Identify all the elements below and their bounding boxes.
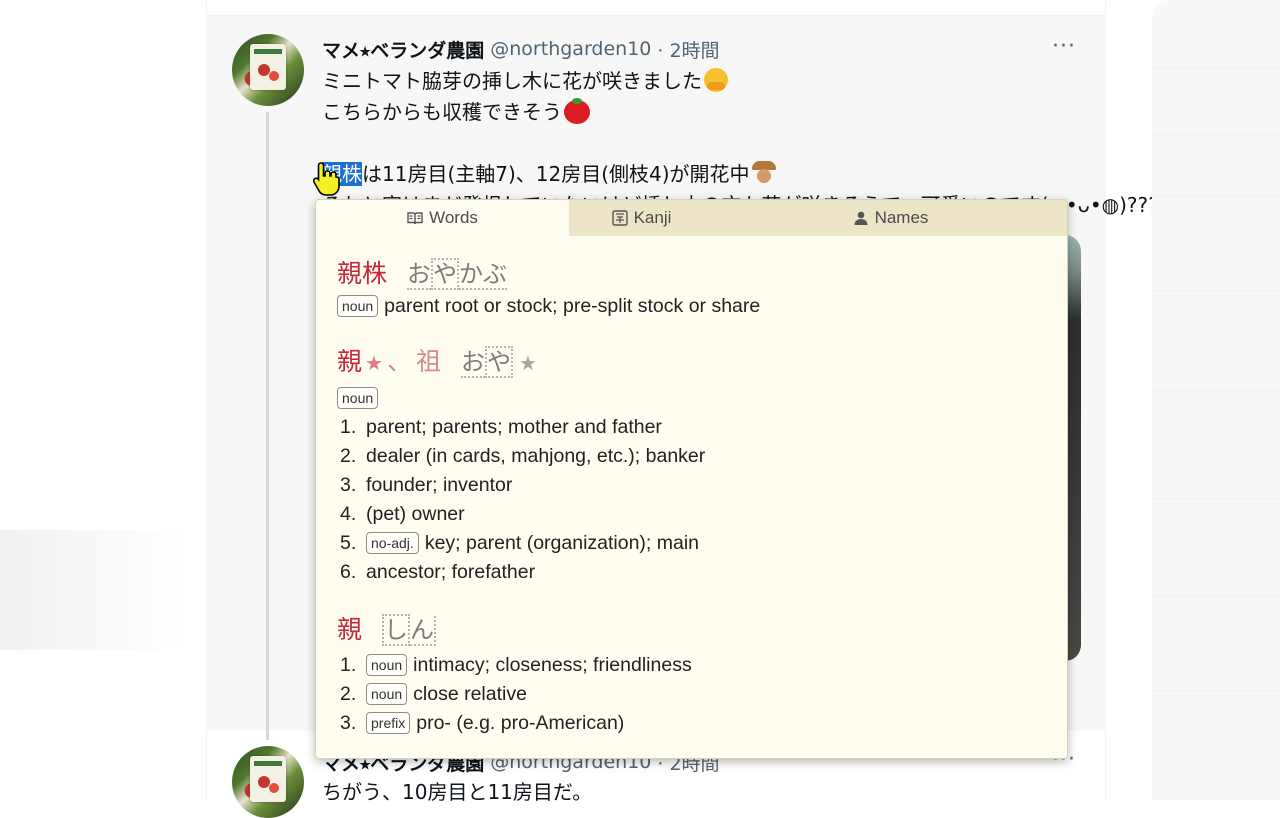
tab-words[interactable]: Words bbox=[316, 200, 569, 236]
sense-item: 3. founder; inventor bbox=[337, 471, 705, 500]
entry-reading[interactable]: しん bbox=[382, 610, 437, 646]
tweet-line: こちらからも収穫できそう bbox=[322, 100, 562, 124]
more-options-icon[interactable]: ··· bbox=[1049, 36, 1079, 62]
sense-item: 2. noun close relative bbox=[337, 680, 692, 709]
book-icon bbox=[407, 212, 423, 225]
entry-kanji-alt[interactable]: 祖 bbox=[416, 342, 441, 378]
sense-item: 6. ancestor; forefather bbox=[337, 558, 705, 587]
entry-kanji[interactable]: 親 bbox=[337, 610, 362, 646]
person-icon bbox=[854, 211, 868, 225]
sense-item: 1. noun intimacy; closeness; friendliness bbox=[337, 651, 692, 680]
tab-label: Names bbox=[874, 208, 929, 227]
definition-text: (pet) owner bbox=[366, 503, 465, 525]
tweet-text: ミニトマト脇芽の挿し木に花が咲きました こちらからも収穫できそう 親株は11房目… bbox=[322, 66, 1159, 221]
sense-number: 1. bbox=[340, 416, 357, 438]
definition-text: intimacy; closeness; friendliness bbox=[413, 654, 692, 676]
sense-number: 3. bbox=[340, 712, 357, 734]
definition-text: key; parent (organization); main bbox=[424, 532, 700, 554]
definition-text: founder; inventor bbox=[366, 474, 513, 496]
definition-text: parent; parents; mother and father bbox=[366, 416, 662, 438]
sense-item: 2. dealer (in cards, mahjong, etc.); bank… bbox=[337, 442, 705, 471]
divider bbox=[1152, 690, 1280, 691]
hand-cursor-icon bbox=[312, 162, 340, 196]
sense-item: 1. parent; parents; mother and father bbox=[337, 413, 705, 442]
tweet-line: は11房目(主軸7)、12房目(側枝4)が開花中 bbox=[362, 162, 750, 186]
tweet-line: ちがう、10房目と11房目だ。 bbox=[322, 780, 593, 804]
reading-mora: ん bbox=[410, 616, 437, 646]
background-fade bbox=[0, 530, 190, 650]
tab-names[interactable]: Names bbox=[714, 200, 1067, 236]
sense-number: 3. bbox=[340, 474, 357, 496]
entry-definitions: noun bbox=[337, 384, 384, 413]
tab-label: Words bbox=[429, 208, 478, 227]
farmer-icon bbox=[751, 161, 776, 185]
sense-number: 4. bbox=[340, 503, 357, 525]
tweet-text: ちがう、10房目と11房目だ。 bbox=[322, 777, 592, 808]
divider bbox=[1152, 498, 1280, 499]
display-name[interactable]: マメ⭑ベランダ農園 bbox=[322, 36, 484, 63]
sense-item: 5. no-adj. key; parent (organization); mai… bbox=[337, 529, 705, 558]
entry-definitions: noun parent root or stock; pre-split stoc… bbox=[337, 292, 760, 321]
pos-tag: noun bbox=[337, 295, 379, 317]
user-handle[interactable]: @northgarden10 bbox=[490, 38, 651, 60]
avatar[interactable] bbox=[232, 746, 304, 818]
definition-text: parent root or stock; pre-split stock or… bbox=[384, 295, 761, 317]
kanji-icon bbox=[611, 210, 628, 226]
entry-reading[interactable]: おやかぶ bbox=[407, 254, 508, 290]
divider bbox=[1152, 68, 1280, 69]
sense-item: 4. (pet) owner bbox=[337, 500, 705, 529]
entry-kanji[interactable]: 親株 bbox=[337, 254, 387, 290]
hugging-face-icon bbox=[704, 68, 728, 92]
kanji-separator: 、 bbox=[386, 347, 412, 376]
tweet-header: マメ⭑ベランダ農園 @northgarden10 · 2時間 bbox=[322, 33, 720, 65]
divider bbox=[1152, 596, 1280, 597]
pos-tag: noun bbox=[337, 387, 379, 409]
sense-item: 3. prefix pro- (e.g. pro-American) bbox=[337, 709, 692, 738]
reading-mora: お bbox=[407, 260, 432, 290]
entry-heading: 親 しん bbox=[337, 610, 437, 646]
definition-text: ancestor; forefather bbox=[366, 561, 536, 583]
star-icon: ★ bbox=[518, 353, 537, 375]
reading-mora: お bbox=[460, 348, 485, 378]
entry-heading: 親株 おやかぶ bbox=[337, 254, 508, 290]
sense-number: 6. bbox=[340, 561, 357, 583]
dictionary-popup: Words Kanji Names 親株 おやかぶ noun parent roo… bbox=[315, 199, 1068, 759]
pos-tag: noun bbox=[366, 683, 408, 705]
divider bbox=[1152, 290, 1280, 291]
thread-line bbox=[266, 112, 269, 740]
divider bbox=[1152, 196, 1280, 197]
avatar[interactable] bbox=[232, 34, 304, 106]
divider bbox=[1152, 390, 1280, 391]
pos-tag: prefix bbox=[366, 712, 411, 734]
sense-number: 1. bbox=[340, 654, 357, 676]
popup-tab-bar: Words Kanji Names bbox=[316, 200, 1067, 236]
pos-tag: noun bbox=[366, 654, 408, 676]
definition-text: pro- (e.g. pro-American) bbox=[416, 712, 625, 734]
reading-mora: かぶ bbox=[459, 260, 508, 290]
tweet-line: ミニトマト脇芽の挿し木に花が咲きました bbox=[322, 69, 702, 93]
right-sidebar bbox=[1152, 0, 1280, 800]
sense-number: 5. bbox=[340, 532, 357, 554]
sense-number: 2. bbox=[340, 683, 357, 705]
tweet-time[interactable]: · 2時間 bbox=[657, 36, 719, 63]
sense-list: 1. parent; parents; mother and father 2. d… bbox=[337, 413, 705, 587]
sense-list: 1. noun intimacy; closeness; friendliness … bbox=[337, 651, 692, 738]
tab-kanji[interactable]: Kanji bbox=[569, 200, 714, 236]
star-icon: ★ bbox=[365, 353, 383, 375]
entry-heading: 親 ★ 、 祖 おや ★ bbox=[337, 342, 537, 378]
reading-mora: や bbox=[484, 346, 513, 378]
tab-label: Kanji bbox=[633, 208, 672, 227]
definition-text: close relative bbox=[413, 683, 527, 705]
entry-kanji[interactable]: 親 bbox=[337, 342, 362, 378]
tomato-icon bbox=[564, 98, 590, 124]
entry-reading[interactable]: おや bbox=[460, 342, 513, 378]
reading-mora: や bbox=[431, 258, 460, 290]
pos-tag: no-adj. bbox=[366, 532, 419, 554]
definition-text: dealer (in cards, mahjong, etc.); banker bbox=[366, 445, 706, 467]
divider bbox=[1152, 134, 1280, 135]
reading-mora: し bbox=[382, 614, 411, 646]
sense-number: 2. bbox=[340, 445, 357, 467]
